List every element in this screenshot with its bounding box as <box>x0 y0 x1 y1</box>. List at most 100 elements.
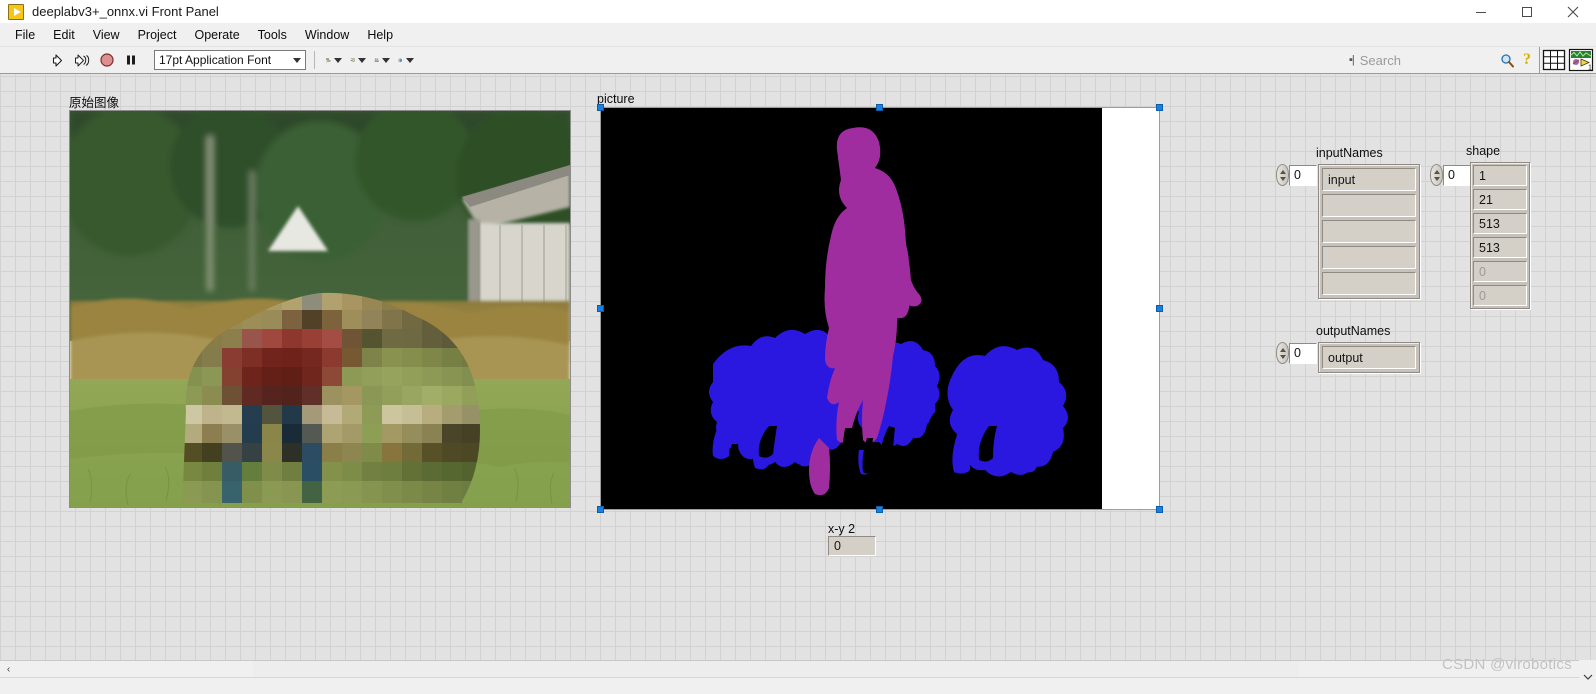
picture-control[interactable] <box>600 107 1160 510</box>
selection-handle-bottom-right[interactable] <box>1156 506 1163 513</box>
spinner-down-icon[interactable] <box>1279 176 1286 181</box>
scroll-left-button[interactable]: ‹ <box>0 661 17 678</box>
input-names-item-1[interactable] <box>1322 194 1416 217</box>
shape-item-2[interactable]: 513 <box>1473 213 1527 234</box>
segmentation-graphic <box>601 108 1159 509</box>
horizontal-scroll-track[interactable] <box>17 660 1596 678</box>
output-names-label: outputNames <box>1316 324 1391 338</box>
window-controls <box>1458 0 1596 23</box>
font-selector[interactable]: 17pt Application Font <box>154 50 306 70</box>
shape-item-5[interactable]: 0 <box>1473 285 1527 306</box>
menu-edit[interactable]: Edit <box>44 25 84 45</box>
menu-operate[interactable]: Operate <box>185 25 248 45</box>
font-selector-label: 17pt Application Font <box>159 53 272 67</box>
toolbar-left-group: 17pt Application Font <box>48 50 417 71</box>
horizontal-scrollbar[interactable]: ‹ <box>0 660 1596 678</box>
selection-handle-top-center[interactable] <box>876 104 883 111</box>
connector-pane-icon[interactable] <box>1541 48 1567 72</box>
output-names-item-0[interactable]: output <box>1322 346 1416 369</box>
input-names-item-2[interactable] <box>1322 220 1416 243</box>
toolbar-panel-icons: 1 <box>1539 47 1596 73</box>
horizontal-scroll-thumb[interactable] <box>253 660 1299 678</box>
input-names-index-value[interactable]: 0 <box>1289 164 1317 186</box>
search-grip-icon: ▪| <box>1349 54 1355 66</box>
shape-array[interactable]: 1 21 513 513 0 0 <box>1470 162 1530 309</box>
abort-execution-button[interactable] <box>96 50 118 71</box>
run-continuously-button[interactable] <box>72 50 94 71</box>
shape-index-spinner[interactable] <box>1430 164 1443 186</box>
vi-icon[interactable]: 1 <box>1568 48 1594 72</box>
input-names-index[interactable]: 0 <box>1276 164 1317 186</box>
shape-item-3[interactable]: 513 <box>1473 237 1527 258</box>
window-title: deeplabv3+_onnx.vi Front Panel <box>32 4 219 19</box>
search-icon[interactable] <box>1500 53 1515 68</box>
search-box[interactable]: ▪| Search <box>1345 47 1523 73</box>
output-names-index-spinner[interactable] <box>1276 342 1289 364</box>
search-input[interactable]: Search <box>1360 53 1500 68</box>
xy2-value[interactable]: 0 <box>828 536 876 556</box>
selection-handle-middle-left[interactable] <box>597 305 604 312</box>
title-bar: deeplabv3+_onnx.vi Front Panel <box>0 0 1596 23</box>
menu-window[interactable]: Window <box>296 25 358 45</box>
output-names-index-value[interactable]: 0 <box>1289 342 1317 364</box>
reorder-button[interactable] <box>395 50 417 71</box>
spinner-up-icon[interactable] <box>1279 347 1286 352</box>
chevron-down-icon <box>406 57 414 63</box>
status-bar: CSDN @virobotics <box>0 656 1596 694</box>
input-names-item-4[interactable] <box>1322 272 1416 295</box>
menu-file[interactable]: File <box>6 25 44 45</box>
input-names-item-0[interactable]: input <box>1322 168 1416 191</box>
toolbar-separator <box>314 51 315 69</box>
spinner-up-icon[interactable] <box>1279 169 1286 174</box>
watermark-text: CSDN @virobotics <box>1441 656 1572 673</box>
spinner-down-icon[interactable] <box>1279 354 1286 359</box>
close-button[interactable] <box>1550 0 1596 23</box>
original-image-label: 原始图像 <box>69 96 120 110</box>
shape-item-0[interactable]: 1 <box>1473 165 1527 186</box>
input-names-label: inputNames <box>1316 146 1383 160</box>
shape-item-4[interactable]: 0 <box>1473 261 1527 282</box>
selection-handle-top-right[interactable] <box>1156 104 1163 111</box>
output-names-index[interactable]: 0 <box>1276 342 1317 364</box>
selection-handle-bottom-left[interactable] <box>597 506 604 513</box>
minimize-button[interactable] <box>1458 0 1504 23</box>
menu-view[interactable]: View <box>84 25 129 45</box>
shape-index-value[interactable]: 0 <box>1443 164 1471 186</box>
scroll-down-button[interactable] <box>1579 660 1596 694</box>
menu-help[interactable]: Help <box>358 25 402 45</box>
resize-objects-button[interactable] <box>371 50 393 71</box>
run-button[interactable] <box>48 50 70 71</box>
chevron-down-icon <box>382 57 390 63</box>
selection-handle-middle-right[interactable] <box>1156 305 1163 312</box>
input-names-item-3[interactable] <box>1322 246 1416 269</box>
context-help-icon[interactable]: ? <box>1523 51 1531 69</box>
spinner-up-icon[interactable] <box>1433 169 1440 174</box>
toolbar-right-group: ▪| Search ? 1 <box>1345 47 1596 73</box>
align-objects-button[interactable] <box>323 50 345 71</box>
chevron-down-icon <box>358 57 366 63</box>
shape-index[interactable]: 0 <box>1430 164 1471 186</box>
svg-text:1: 1 <box>1588 65 1592 72</box>
menu-bar: File Edit View Project Operate Tools Win… <box>0 23 1596 47</box>
spinner-down-icon[interactable] <box>1433 176 1440 181</box>
maximize-button[interactable] <box>1504 0 1550 23</box>
input-names-index-spinner[interactable] <box>1276 164 1289 186</box>
pause-button[interactable] <box>120 50 142 71</box>
output-names-array[interactable]: output <box>1318 342 1420 373</box>
menu-tools[interactable]: Tools <box>249 25 296 45</box>
xy2-label: x-y 2 <box>828 522 856 536</box>
distribute-objects-button[interactable] <box>347 50 369 71</box>
selection-handle-bottom-center[interactable] <box>876 506 883 513</box>
original-image-control[interactable] <box>69 110 571 508</box>
input-names-array[interactable]: input <box>1318 164 1420 299</box>
selection-handle-top-left[interactable] <box>597 104 604 111</box>
original-image-graphic <box>70 111 570 507</box>
labview-front-panel-window: deeplabv3+_onnx.vi Front Panel File Edit… <box>0 0 1596 694</box>
shape-label: shape <box>1466 144 1501 158</box>
menu-project[interactable]: Project <box>129 25 186 45</box>
front-panel-canvas[interactable]: 原始图像 picture x-y 2 0 inputNames 0 input … <box>0 74 1596 660</box>
chevron-down-icon <box>293 57 301 63</box>
shape-item-1[interactable]: 21 <box>1473 189 1527 210</box>
xy2-control[interactable]: x-y 2 0 <box>828 522 876 556</box>
vi-run-icon <box>8 3 24 20</box>
